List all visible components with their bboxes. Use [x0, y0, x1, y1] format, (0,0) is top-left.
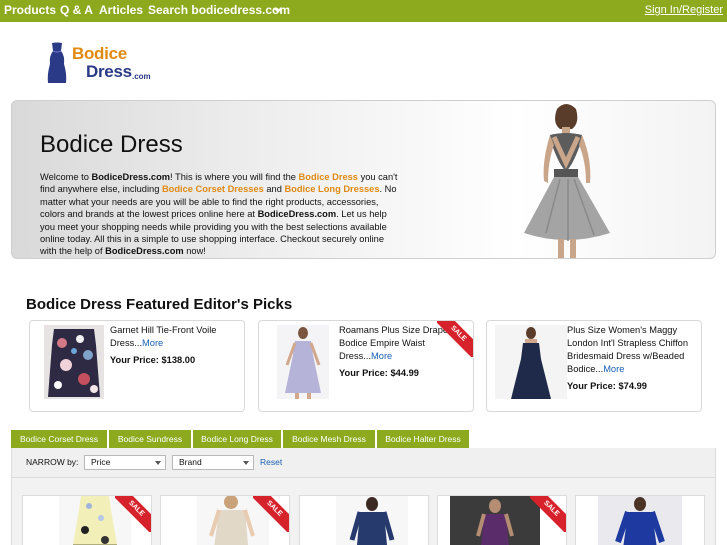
intro-site-name: BodiceDress.com	[105, 246, 184, 257]
pick-name-text[interactable]: Garnet Hill Tie-Front Voile Dress...	[110, 325, 216, 348]
product-image[interactable]	[598, 496, 682, 545]
product-card[interactable]	[575, 495, 705, 545]
dropdown-arrow-icon	[243, 461, 249, 465]
tab-bodice-sundress[interactable]: Bodice Sundress	[109, 430, 191, 448]
logo-word-dress: Dress	[86, 62, 132, 81]
price-value: $44.99	[390, 368, 419, 378]
hero-model-image	[524, 104, 610, 258]
featured-section-title: Bodice Dress Featured Editor's Picks	[26, 296, 293, 313]
price-select-value: Price	[91, 457, 111, 467]
sale-label: SALE	[253, 496, 289, 532]
pick-name[interactable]: Garnet Hill Tie-Front Voile Dress...More	[110, 324, 240, 350]
intro-highlight-link[interactable]: Bodice Long Dresses	[284, 184, 379, 194]
product-thumbnail[interactable]	[495, 325, 567, 399]
sale-ribbon: SALE	[253, 496, 289, 532]
pick-price: Your Price: $138.00	[110, 355, 195, 365]
product-card[interactable]	[299, 495, 429, 545]
product-image[interactable]	[336, 496, 408, 545]
intro-text: and	[263, 184, 285, 195]
nav-articles[interactable]: Articles	[99, 3, 143, 17]
featured-pick-card[interactable]: Garnet Hill Tie-Front Voile Dress...More…	[29, 320, 245, 412]
more-link[interactable]: More	[603, 364, 624, 374]
intro-site-name: BodiceDress.com	[257, 209, 337, 220]
sale-ribbon: SALE	[530, 496, 566, 532]
price-value: $74.99	[618, 381, 647, 391]
tab-bodice-halter-dress[interactable]: Bodice Halter Dress	[377, 430, 469, 448]
sale-label: SALE	[530, 496, 566, 532]
logo-word-bodice: Bodice	[72, 44, 127, 63]
intro-paragraph: Welcome to BodiceDress.com! This is wher…	[40, 171, 402, 258]
intro-text: now!	[183, 246, 206, 257]
page-title: Bodice Dress	[40, 131, 183, 158]
intro-site-name: BodiceDress.com	[91, 172, 171, 182]
hero-banner: Bodice Dress Welcome to BodiceDress.com!…	[11, 100, 716, 259]
nav-qa[interactable]: Q & A	[60, 3, 93, 17]
product-card[interactable]: SALE	[22, 495, 152, 545]
top-nav-bar: Products Q & A Articles Search bodicedre…	[0, 0, 727, 22]
tab-bodice-corset-dress[interactable]: Bodice Corset Dress	[11, 430, 107, 448]
logo-suffix: .com	[132, 72, 151, 81]
price-label: Your Price:	[110, 355, 159, 365]
sale-ribbon: SALE	[115, 496, 151, 532]
more-link[interactable]: More	[371, 351, 392, 361]
narrow-by-label: NARROW by:	[26, 457, 79, 467]
tab-bodice-long-dress[interactable]: Bodice Long Dress	[193, 430, 281, 448]
site-logo[interactable]: Bodice Dress .com	[46, 42, 156, 84]
pick-price: Your Price: $74.99	[567, 381, 647, 391]
intro-highlight-link[interactable]: Bodice Dress	[299, 172, 358, 182]
more-link[interactable]: More	[142, 338, 163, 348]
chevron-down-icon[interactable]	[273, 5, 283, 15]
pick-name[interactable]: Plus Size Women's Maggy London Int'l Str…	[567, 324, 697, 376]
tab-bodice-mesh-dress[interactable]: Bodice Mesh Dress	[283, 430, 375, 448]
filter-bar: NARROW by: Price Brand Reset	[11, 448, 716, 478]
intro-text: Welcome to	[40, 172, 92, 182]
product-image[interactable]	[450, 496, 540, 545]
sale-label: SALE	[437, 321, 473, 357]
intro-highlight-link[interactable]: Bodice Corset Dresses	[162, 184, 264, 194]
product-card[interactable]: SALE	[160, 495, 290, 545]
pick-price: Your Price: $44.99	[339, 368, 419, 378]
featured-pick-card[interactable]: Roamans Plus Size Draped Bodice Empire W…	[258, 320, 474, 412]
brand-select[interactable]: Brand	[172, 455, 254, 470]
brand-select-value: Brand	[179, 457, 202, 467]
nav-search[interactable]: Search bodicedress.com	[148, 3, 290, 17]
intro-text: ! This is where you will find the	[170, 172, 299, 182]
price-select[interactable]: Price	[84, 455, 166, 470]
price-value: $138.00	[161, 355, 196, 365]
dress-logo-icon	[47, 42, 67, 83]
product-card[interactable]: SALE	[437, 495, 567, 545]
price-label: Your Price:	[339, 368, 388, 378]
sale-label: SALE	[115, 496, 151, 532]
reset-link[interactable]: Reset	[260, 457, 282, 467]
featured-pick-card[interactable]: Plus Size Women's Maggy London Int'l Str…	[486, 320, 702, 412]
product-thumbnail[interactable]	[44, 325, 104, 399]
sale-ribbon: SALE	[437, 321, 473, 357]
sign-in-link[interactable]: Sign In/Register	[645, 4, 723, 16]
dropdown-arrow-icon	[155, 461, 161, 465]
price-label: Your Price:	[567, 381, 616, 391]
product-thumbnail[interactable]	[277, 325, 329, 399]
nav-products[interactable]: Products	[4, 3, 56, 17]
pick-name-text[interactable]: Plus Size Women's Maggy London Int'l Str…	[567, 325, 688, 374]
